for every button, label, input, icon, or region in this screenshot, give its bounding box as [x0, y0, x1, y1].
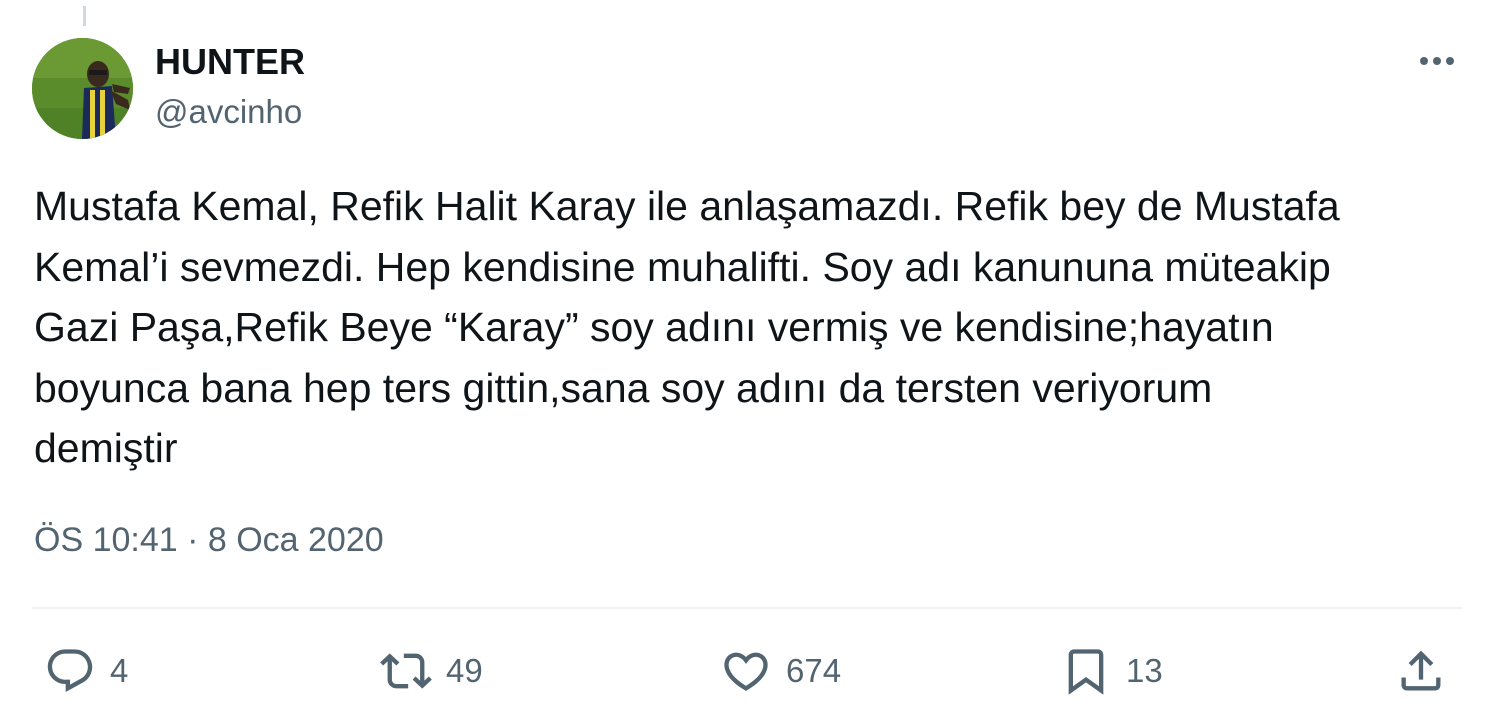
reply-button[interactable]: 4: [44, 643, 128, 699]
author-name[interactable]: HUNTER: [155, 42, 305, 82]
bookmark-icon: [1068, 649, 1104, 695]
thread-connector-line: [83, 6, 86, 26]
like-count: 674: [786, 652, 842, 689]
tweet-timestamp[interactable]: ÖS 10:41 · 8 Oca 2020: [34, 518, 384, 562]
divider: [32, 607, 1463, 609]
more-dot: [1433, 57, 1441, 65]
avatar[interactable]: [32, 38, 133, 139]
bookmark-button[interactable]: 13: [1060, 643, 1163, 699]
share-icon: [1401, 650, 1441, 691]
retweet-count: 49: [446, 652, 483, 689]
more-dot: [1420, 57, 1428, 65]
tweet-text: Mustafa Kemal, Refik Halit Karay ile anl…: [34, 183, 1340, 471]
reply-count: 4: [110, 652, 129, 689]
retweet-button[interactable]: 49: [380, 643, 483, 699]
bookmark-count: 13: [1126, 652, 1163, 689]
author-handle[interactable]: @avcinho: [155, 92, 302, 132]
avatar-image: [32, 38, 133, 139]
retweet-icon: [380, 653, 432, 689]
reply-icon: [47, 649, 93, 693]
more-options-icon[interactable]: [1412, 44, 1462, 78]
heart-icon: [724, 652, 768, 691]
like-button[interactable]: 674: [720, 643, 841, 699]
share-button[interactable]: [1395, 643, 1447, 699]
more-dot: [1446, 57, 1454, 65]
